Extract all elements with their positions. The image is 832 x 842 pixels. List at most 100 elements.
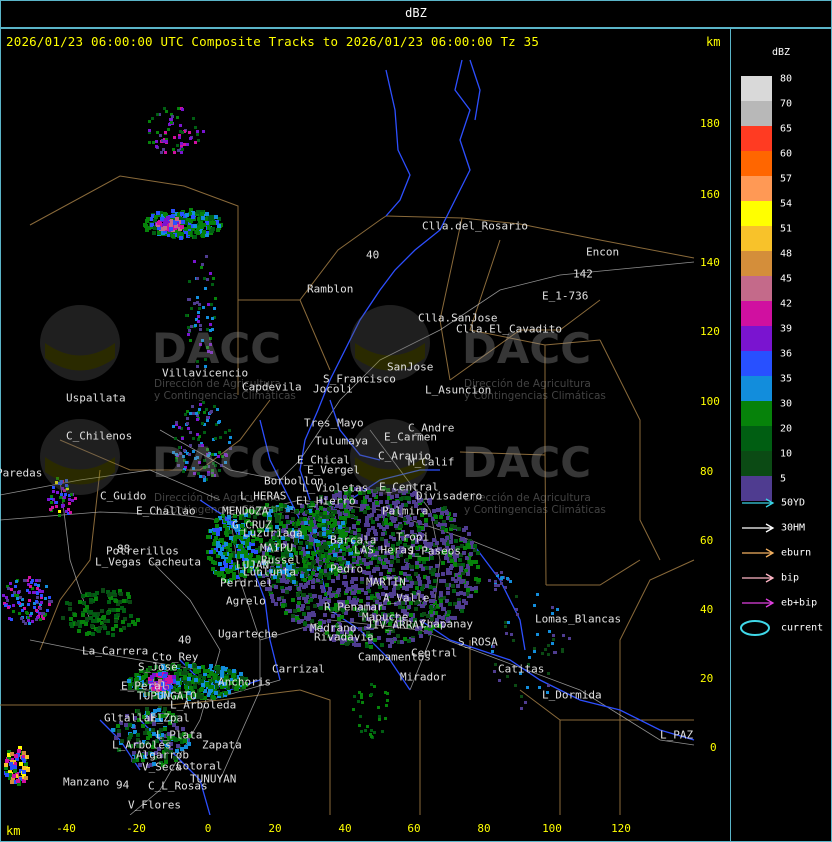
place-label: Campamentos <box>358 650 431 664</box>
echo-cell <box>167 128 170 131</box>
echo-cell <box>300 574 304 578</box>
echo-cell <box>136 733 140 737</box>
place-label: C_Chilenos <box>66 429 133 443</box>
echo-cell <box>208 217 212 221</box>
echo-cell <box>386 699 389 702</box>
echo-cell <box>446 591 450 595</box>
echo-cell <box>433 588 437 592</box>
place-label: L_Dormida <box>542 688 602 702</box>
echo-cell <box>10 752 14 756</box>
echo-cell <box>205 255 208 258</box>
echo-cell <box>93 593 97 597</box>
echo-cell <box>372 569 376 573</box>
place-label: Divisadero <box>416 489 483 503</box>
echo-cell <box>457 577 461 581</box>
echo-cell <box>177 149 180 152</box>
echo-cell <box>150 675 154 679</box>
echo-cell <box>547 672 550 675</box>
place-label: L_Vegas <box>95 555 142 569</box>
echo-cell <box>17 601 20 604</box>
echo-cell <box>48 600 51 603</box>
echo-cell <box>297 587 301 591</box>
echo-cell <box>429 605 433 609</box>
echo-cell <box>298 546 302 550</box>
echo-cell <box>26 589 29 592</box>
echo-cell <box>533 604 536 607</box>
echo-cell <box>181 671 185 675</box>
echo-cell <box>551 642 554 645</box>
echo-cell <box>147 731 151 735</box>
echo-cell <box>181 108 184 111</box>
echo-cell <box>514 684 517 687</box>
echo-cell <box>366 725 369 728</box>
echo-cell <box>467 532 471 536</box>
echo-cell <box>16 779 20 783</box>
echo-cell <box>370 729 373 732</box>
echo-cell <box>390 560 394 564</box>
echo-cell <box>114 614 118 618</box>
echo-cell <box>297 620 301 624</box>
place-label: Paredas <box>0 466 43 480</box>
echo-cell <box>364 562 368 566</box>
echo-cell <box>157 221 161 225</box>
color-swatch <box>741 226 772 251</box>
echo-cell <box>384 539 388 543</box>
echo-cell <box>365 644 369 648</box>
track-arrow-icon <box>742 498 775 508</box>
echo-cell <box>497 584 500 587</box>
echo-cell <box>210 229 214 233</box>
place-label: S_ROSA <box>458 635 498 649</box>
echo-cell <box>175 217 179 221</box>
echo-cell <box>196 231 200 235</box>
echo-cell <box>345 589 349 593</box>
echo-cell <box>418 557 422 561</box>
echo-cell <box>360 730 363 733</box>
echo-cell <box>181 148 184 151</box>
echo-cell <box>194 678 198 682</box>
echo-cell <box>17 749 21 753</box>
echo-cell <box>180 212 184 216</box>
echo-cell <box>311 561 315 565</box>
echo-cell <box>470 587 474 591</box>
echo-cell <box>352 591 356 595</box>
place-label: Ramblon <box>307 282 354 296</box>
echo-cell <box>306 606 310 610</box>
place-label: Capdevila <box>242 380 302 394</box>
echo-cell <box>458 558 462 562</box>
echo-cell <box>155 140 158 143</box>
echo-cell <box>221 666 225 670</box>
place-label: Uspallata <box>66 391 126 405</box>
echo-cell <box>206 278 209 281</box>
x-tick: 120 <box>611 822 631 835</box>
echo-cell <box>403 637 407 641</box>
echo-cell <box>544 648 547 651</box>
echo-cell <box>422 557 426 561</box>
echo-cell <box>344 583 348 587</box>
echo-cell <box>156 113 159 116</box>
echo-cell <box>205 212 209 216</box>
echo-cell <box>155 145 158 148</box>
echo-cell <box>116 724 120 728</box>
echo-cell <box>439 603 443 607</box>
echo-cell <box>189 219 193 223</box>
echo-cell <box>176 744 180 748</box>
echo-cell <box>34 583 37 586</box>
echo-cell <box>156 211 160 215</box>
echo-cell <box>446 568 450 572</box>
track-label: 50YD <box>781 497 806 509</box>
place-label: Palmira <box>382 504 429 518</box>
echo-cell <box>452 589 456 593</box>
echo-cell <box>176 144 179 147</box>
echo-cell <box>121 620 125 624</box>
echo-cell <box>164 131 167 134</box>
place-label: Tulumaya <box>315 434 368 448</box>
echo-cell <box>321 554 325 558</box>
place-label: M_Calif <box>408 455 455 469</box>
echo-cell <box>407 639 411 643</box>
echo-cell <box>201 665 205 669</box>
echo-cell <box>118 600 122 604</box>
echo-cell <box>16 597 19 600</box>
echo-cell <box>319 561 323 565</box>
echo-cell <box>173 221 177 225</box>
place-label: L_Asuncion <box>425 383 492 397</box>
